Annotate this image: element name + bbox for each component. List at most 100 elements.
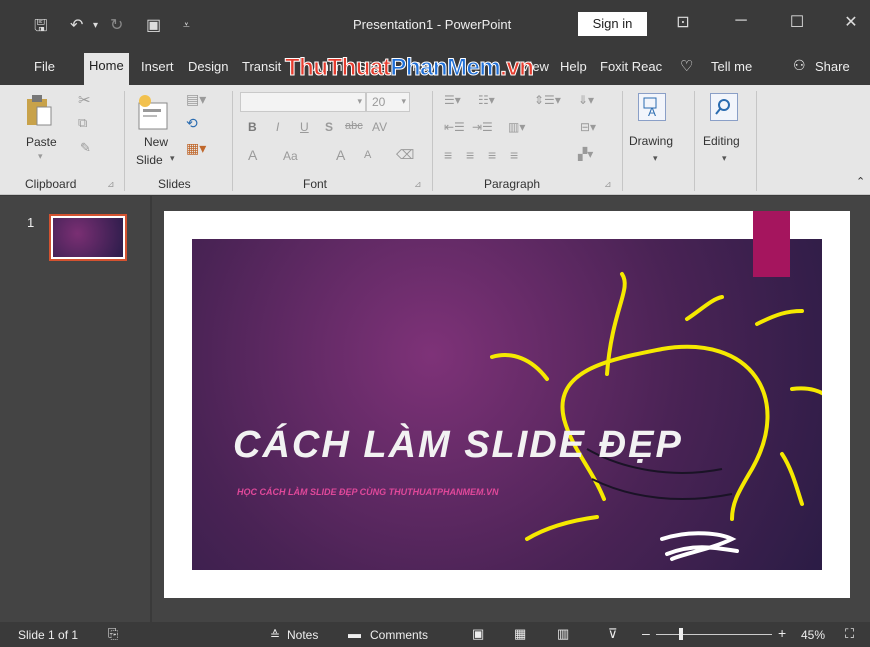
tab-transitions[interactable]: Transit: [242, 59, 281, 74]
tab-help[interactable]: Help: [560, 59, 587, 74]
lightbulb-illustration: [490, 272, 822, 561]
notes-icon[interactable]: ≙: [270, 628, 280, 642]
reading-view-icon[interactable]: ▥: [557, 626, 569, 642]
comments-button[interactable]: Comments: [370, 628, 428, 642]
zoom-level[interactable]: 45%: [801, 628, 825, 642]
sign-in-button[interactable]: Sign in: [578, 12, 647, 36]
status-bar: Slide 1 of 1 ⎘ ≙ Notes ▬ Comments ▣ ▦ ▥ …: [0, 622, 870, 647]
svg-text:A: A: [648, 105, 656, 119]
ribbon-display-icon[interactable]: ⊡: [668, 12, 698, 32]
slide-background: [192, 239, 822, 570]
reset-icon[interactable]: ⟲: [186, 115, 198, 132]
tab-home[interactable]: Home: [84, 53, 129, 85]
underline-button[interactable]: U: [300, 120, 309, 134]
shadow-button[interactable]: S: [325, 120, 333, 134]
redo-icon[interactable]: ↻: [110, 15, 123, 35]
new-slide-button[interactable]: New: [144, 135, 168, 149]
group-slides: Slides: [158, 177, 191, 191]
zoom-slider[interactable]: [656, 634, 772, 635]
align-right-icon[interactable]: ≡: [488, 147, 496, 163]
lightbulb-icon[interactable]: ♡: [680, 57, 693, 75]
numbering-icon[interactable]: ☷▾: [478, 93, 495, 107]
bold-button[interactable]: B: [248, 120, 257, 134]
zoom-in-icon[interactable]: +: [778, 625, 786, 641]
tab-file[interactable]: File: [34, 59, 55, 74]
paste-button[interactable]: Paste: [26, 135, 57, 149]
collapse-ribbon-icon[interactable]: ⌃: [856, 175, 865, 188]
line-spacing-icon[interactable]: ⇕☰▾: [534, 93, 561, 107]
group-paragraph: Paragraph: [484, 177, 541, 191]
title-bar: 🖫 ↶ ▾ ↻ ▣ ⩡ Presentation1 - PowerPoint S…: [0, 0, 870, 50]
zoom-out-icon[interactable]: –: [642, 625, 650, 641]
paste-icon[interactable]: [25, 93, 53, 127]
thumbnail-number: 1: [27, 215, 35, 230]
editing-button[interactable]: Editing: [703, 134, 740, 148]
group-clipboard: Clipboard: [25, 177, 77, 191]
window-title: Presentation1 - PowerPoint: [353, 17, 512, 32]
close-icon[interactable]: ✕: [836, 12, 866, 32]
layout-icon[interactable]: ▤▾: [186, 91, 206, 108]
new-slide-icon[interactable]: [137, 93, 169, 131]
smartart-icon[interactable]: ▞▾: [578, 147, 593, 161]
share-button[interactable]: Share: [815, 59, 850, 74]
increase-indent-icon[interactable]: ⇥☰: [472, 120, 493, 134]
char-spacing-button[interactable]: AV: [372, 120, 387, 134]
shapes-icon[interactable]: A: [638, 93, 666, 121]
font-size-field[interactable]: 20 ▾: [366, 92, 410, 112]
customize-qat-icon[interactable]: ⩡: [183, 18, 190, 33]
italic-button[interactable]: I: [276, 120, 279, 134]
align-center-icon[interactable]: ≡: [466, 147, 474, 163]
align-left-icon[interactable]: ≡: [444, 147, 452, 163]
slideshow-icon[interactable]: ⊽: [608, 626, 618, 642]
accessibility-icon[interactable]: ⎘: [108, 626, 118, 642]
tab-design[interactable]: Design: [188, 59, 228, 74]
font-name-field[interactable]: ▾: [240, 92, 366, 112]
bullets-icon[interactable]: ☰▾: [444, 93, 461, 107]
cut-icon[interactable]: ✂: [78, 91, 91, 109]
text-direction-icon[interactable]: ⇓▾: [578, 93, 594, 107]
undo-dropdown-icon[interactable]: ▾: [93, 20, 98, 31]
clear-format-icon[interactable]: ⌫: [396, 147, 414, 163]
minimize-icon[interactable]: ─: [726, 12, 756, 30]
columns-icon[interactable]: ▥▾: [508, 120, 525, 134]
decrease-indent-icon[interactable]: ⇤☰: [444, 120, 465, 134]
slide-accent-bookmark: [753, 211, 790, 277]
search-icon[interactable]: [710, 93, 738, 121]
watermark: ThuThuatPhanMem.vn: [284, 54, 534, 82]
strikethrough-button[interactable]: abc: [345, 120, 363, 132]
paragraph-launcher-icon[interactable]: ⊿: [604, 179, 612, 190]
normal-view-icon[interactable]: ▣: [472, 626, 484, 642]
paste-dropdown-icon[interactable]: ▾: [38, 151, 43, 162]
slide-subtitle[interactable]: HỌC CÁCH LÀM SLIDE ĐẸP CÙNG THUTHUATPHAN…: [237, 487, 499, 497]
fit-to-window-icon[interactable]: ⛶: [845, 626, 854, 642]
undo-icon[interactable]: ↶: [70, 15, 83, 35]
section-icon[interactable]: ▦▾: [186, 140, 206, 157]
zoom-slider-thumb[interactable]: [679, 628, 683, 640]
font-launcher-icon[interactable]: ⊿: [414, 179, 422, 190]
copy-icon[interactable]: ⧉: [78, 115, 87, 131]
tab-insert[interactable]: Insert: [141, 59, 174, 74]
font-color-button[interactable]: A: [248, 147, 257, 163]
align-text-icon[interactable]: ⊟▾: [580, 120, 596, 134]
share-icon[interactable]: ⚇: [793, 57, 806, 74]
present-icon[interactable]: ▣: [146, 15, 161, 35]
new-slide-label[interactable]: Slide: [136, 153, 163, 167]
notes-button[interactable]: Notes: [287, 628, 318, 642]
justify-icon[interactable]: ≡: [510, 147, 518, 163]
format-painter-icon[interactable]: ✎: [80, 140, 91, 156]
grow-font-button[interactable]: A: [336, 147, 345, 163]
drawing-button[interactable]: Drawing: [629, 134, 673, 148]
tell-me-search[interactable]: Tell me: [711, 59, 752, 74]
slide-counter: Slide 1 of 1: [18, 628, 79, 642]
change-case-button[interactable]: Aa: [283, 149, 298, 163]
tab-foxit[interactable]: Foxit Reac: [600, 59, 662, 74]
ribbon: Paste ▾ ✂ ⧉ ✎ Clipboard ⊿ New Slide ▾ ▤▾…: [0, 85, 870, 195]
slide-thumbnail[interactable]: [49, 214, 127, 261]
maximize-icon[interactable]: ☐: [782, 12, 812, 32]
save-icon[interactable]: 🖫: [34, 15, 48, 42]
slide-title[interactable]: CÁCH LÀM SLIDE ĐẸP: [233, 424, 683, 467]
comments-icon[interactable]: ▬: [348, 626, 361, 641]
clipboard-launcher-icon[interactable]: ⊿: [107, 179, 115, 190]
shrink-font-button[interactable]: A: [364, 149, 371, 161]
slide-sorter-icon[interactable]: ▦: [514, 626, 526, 642]
